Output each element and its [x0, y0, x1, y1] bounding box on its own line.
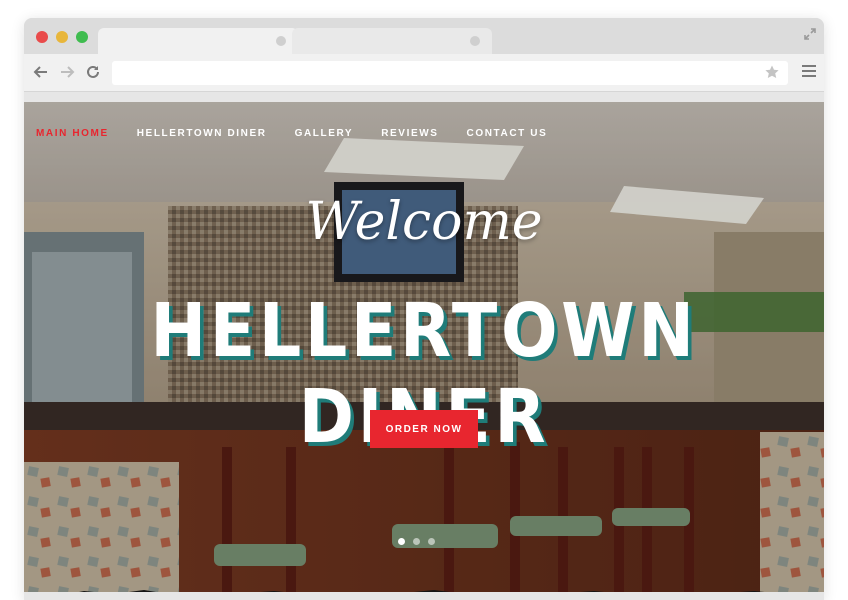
nav-item-gallery[interactable]: GALLERY [295, 128, 354, 139]
hero-section: MAIN HOME HELLERTOWN DINER GALLERY REVIE… [24, 102, 824, 600]
browser-window: MAIN HOME HELLERTOWN DINER GALLERY REVIE… [24, 18, 824, 600]
page-bottom-strip [24, 592, 824, 600]
tab-active[interactable] [98, 28, 298, 54]
slider-dot[interactable] [413, 538, 420, 545]
nav-item-reviews[interactable]: REVIEWS [381, 128, 438, 139]
address-bar[interactable] [112, 61, 788, 85]
reload-icon[interactable] [84, 63, 102, 81]
main-navigation: MAIN HOME HELLERTOWN DINER GALLERY REVIE… [36, 128, 547, 139]
nav-item-main-home[interactable]: MAIN HOME [36, 128, 109, 139]
order-now-button[interactable]: ORDER NOW [370, 410, 478, 448]
forward-arrow-icon[interactable] [58, 63, 76, 81]
menu-icon[interactable] [802, 64, 816, 78]
minimize-window-button[interactable] [56, 31, 68, 43]
close-window-button[interactable] [36, 31, 48, 43]
tab-strip [24, 18, 824, 54]
fullscreen-icon[interactable] [802, 26, 818, 42]
slider-dot[interactable] [428, 538, 435, 545]
tab-close-icon[interactable] [470, 36, 480, 46]
nav-item-hellertown-diner[interactable]: HELLERTOWN DINER [137, 128, 267, 139]
nav-item-contact-us[interactable]: CONTACT US [467, 128, 548, 139]
bookmark-star-icon[interactable] [764, 64, 780, 80]
slider-dot[interactable] [398, 538, 405, 545]
maximize-window-button[interactable] [76, 31, 88, 43]
browser-toolbar [24, 54, 824, 92]
tab-inactive[interactable] [292, 28, 492, 54]
tab-close-icon[interactable] [276, 36, 286, 46]
back-arrow-icon[interactable] [32, 63, 50, 81]
welcome-script-heading: Welcome [305, 192, 543, 252]
slider-pagination [398, 538, 435, 545]
